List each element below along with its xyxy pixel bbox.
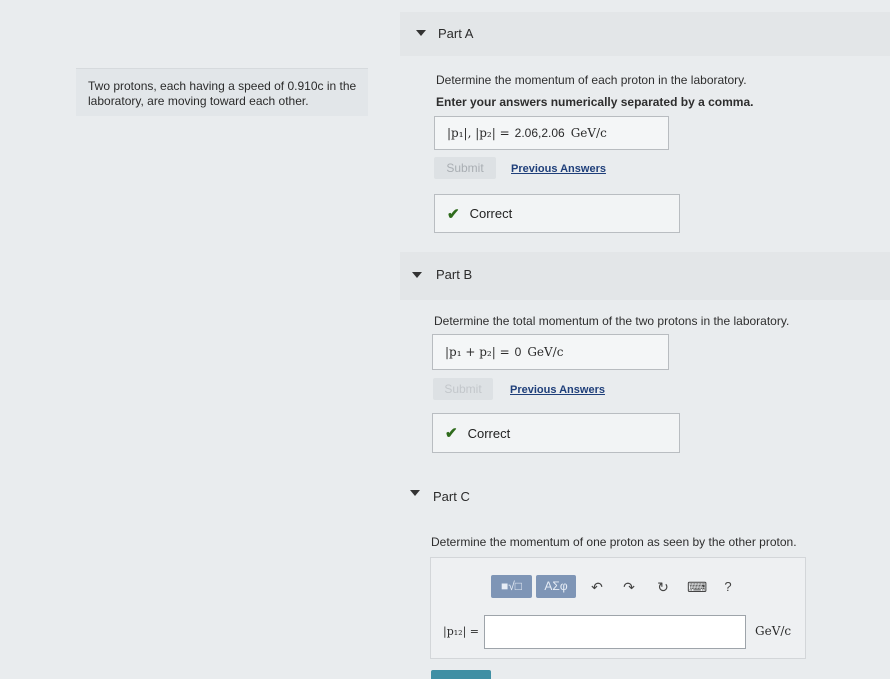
part-a-instruction: Enter your answers numerically separated…: [436, 95, 754, 109]
part-b-feedback: ✔ Correct: [432, 413, 680, 453]
part-a-previous-answers-link[interactable]: Previous Answers: [511, 163, 606, 175]
undo-icon[interactable]: ↶: [588, 579, 606, 596]
problem-statement: Two protons, each having a speed of 0.91…: [76, 68, 368, 116]
templates-button[interactable]: ■√□: [491, 575, 532, 598]
part-b-submit-button[interactable]: Submit: [433, 378, 493, 400]
part-b-previous-answers-link[interactable]: Previous Answers: [510, 384, 605, 396]
part-a-answer-box: |p₁|, |p₂| = 2.06,2.06 GeV/c: [434, 116, 669, 150]
keyboard-icon[interactable]: ⌨: [687, 579, 707, 596]
symbols-button[interactable]: ΑΣφ: [536, 575, 576, 598]
part-c-answer-label: |p₁₂| =: [443, 625, 479, 638]
problem-line-2: laboratory, are moving toward each other…: [88, 94, 309, 108]
part-c-submit-button[interactable]: [431, 670, 491, 679]
help-icon[interactable]: ?: [719, 579, 737, 594]
problem-line-1: Two protons, each having a speed of 0.91…: [88, 79, 357, 93]
part-b-answer-label: |p₁ + p₂| =: [445, 345, 510, 359]
reset-icon[interactable]: ↻: [654, 579, 672, 596]
part-b-answer-unit: GeV/c: [527, 345, 564, 359]
part-a-answer-label: |p₁|, |p₂| =: [447, 126, 510, 140]
part-c-prompt: Determine the momentum of one proton as …: [431, 535, 797, 549]
collapse-caret-icon: [416, 30, 426, 36]
part-a-header[interactable]: Part A: [400, 12, 890, 56]
part-a-answer-unit: GeV/c: [570, 126, 607, 140]
part-a-feedback-text: Correct: [469, 206, 513, 221]
part-b-title: Part B: [436, 267, 473, 282]
part-b-answer-box: |p₁ + p₂| = 0 GeV/c: [432, 334, 669, 370]
part-a-submit-button[interactable]: Submit: [434, 157, 496, 179]
part-c-answer-unit: GeV/c: [755, 624, 792, 638]
part-c-answer-input[interactable]: [484, 615, 746, 649]
part-b-feedback-text: Correct: [467, 425, 511, 441]
part-a-feedback: ✔ Correct: [434, 194, 680, 233]
checkmark-icon: ✔: [447, 205, 460, 223]
collapse-caret-icon: [410, 490, 420, 496]
part-b-prompt: Determine the total momentum of the two …: [434, 314, 790, 328]
part-c-header[interactable]: Part C: [400, 483, 890, 511]
part-a-title: Part A: [438, 26, 474, 41]
part-a-answer-value: 2.06,2.06: [514, 126, 565, 140]
part-b-answer-value: 0: [514, 345, 522, 359]
redo-icon[interactable]: ↷: [620, 579, 638, 596]
part-a-prompt: Determine the momentum of each proton in…: [436, 73, 747, 87]
part-b-header[interactable]: Part B: [400, 252, 890, 300]
checkmark-icon: ✔: [445, 425, 458, 442]
part-c-title: Part C: [433, 489, 470, 504]
collapse-caret-icon: [412, 272, 422, 278]
